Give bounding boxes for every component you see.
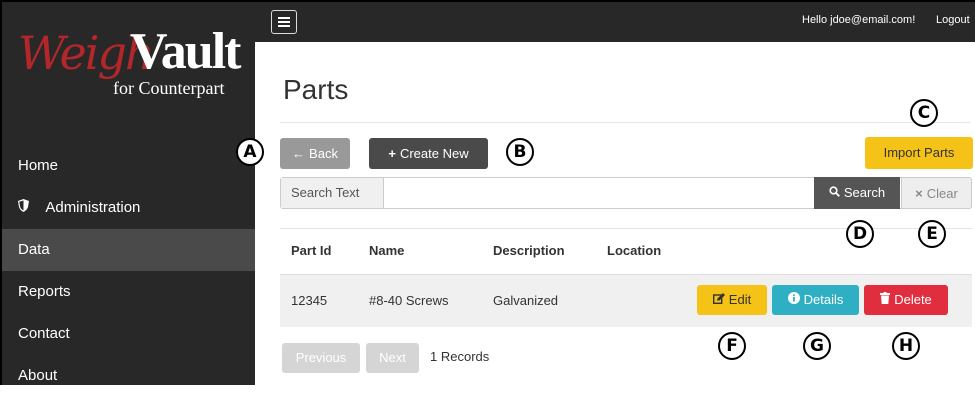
details-button-label: Details — [803, 292, 844, 307]
cell-name: #8-40 Screws — [369, 293, 449, 308]
divider — [280, 122, 970, 123]
delete-button[interactable]: Delete — [864, 285, 948, 315]
sidebar-item-home[interactable]: Home — [2, 145, 255, 187]
hamburger-icon-bar — [278, 25, 290, 27]
column-header-description: Description — [493, 243, 565, 258]
edit-icon — [712, 285, 725, 315]
close-icon: × — [915, 186, 923, 201]
records-count: 1 Records — [430, 349, 490, 364]
logo-word-vault: Vault — [130, 23, 241, 80]
sidebar: Weigh Vault for Counterpart Home Adminis… — [0, 0, 255, 385]
sidebar-nav: Home Administration Data Reports Contact… — [2, 145, 255, 397]
sidebar-item-reports[interactable]: Reports — [2, 271, 255, 313]
sidebar-item-about[interactable]: About — [2, 355, 255, 397]
shield-icon — [18, 187, 32, 229]
main-content: Parts ← Back + Create New Import Parts Sea… — [255, 42, 975, 385]
user-greeting: Hello jdoe@email.com! — [802, 14, 916, 26]
column-header-part-id: Part Id — [291, 243, 332, 258]
next-page-button[interactable]: Next — [366, 343, 419, 373]
search-input[interactable] — [385, 178, 815, 208]
column-header-name: Name — [369, 243, 405, 258]
back-button[interactable]: ← Back — [280, 138, 350, 169]
search-text-label: Search Text — [281, 178, 384, 208]
sidebar-item-label: About — [18, 367, 58, 384]
hamburger-icon — [278, 17, 290, 19]
hamburger-menu-button[interactable] — [271, 10, 297, 34]
callout-h: H — [892, 332, 920, 360]
trash-icon — [880, 285, 891, 315]
column-header-location: Location — [607, 243, 662, 258]
edit-button[interactable]: Edit — [697, 285, 767, 315]
search-icon — [829, 177, 840, 209]
arrow-left-icon: ← — [292, 146, 306, 161]
top-bar: Hello jdoe@email.com! Logout — [255, 0, 975, 42]
callout-a: A — [236, 138, 264, 166]
create-new-label: Create New — [399, 146, 469, 161]
sidebar-item-label: Reports — [18, 283, 71, 300]
back-button-label: Back — [309, 146, 338, 161]
import-parts-button[interactable]: Import Parts — [865, 137, 973, 169]
create-new-button[interactable]: + Create New — [369, 138, 488, 169]
cell-description: Galvanized — [493, 293, 559, 308]
logo-tagline: for Counterpart — [113, 78, 225, 98]
sidebar-item-label: Data — [18, 241, 50, 258]
callout-c: C — [910, 99, 938, 127]
details-button[interactable]: Details — [772, 285, 859, 315]
logout-link[interactable]: Logout — [936, 14, 970, 26]
import-parts-label: Import Parts — [883, 145, 955, 160]
clear-button[interactable]: × Clear — [901, 177, 972, 209]
sidebar-item-label: Home — [18, 157, 59, 174]
app-window: Weigh Vault for Counterpart Home Adminis… — [0, 0, 975, 385]
info-icon — [787, 285, 800, 315]
sidebar-item-administration[interactable]: Administration — [2, 187, 255, 229]
sidebar-item-label: Administration — [45, 199, 141, 216]
delete-button-label: Delete — [894, 292, 932, 307]
callout-e: E — [918, 220, 946, 248]
cell-part-id: 12345 — [291, 293, 328, 308]
sidebar-item-data[interactable]: Data — [2, 229, 255, 271]
sidebar-item-contact[interactable]: Contact — [2, 313, 255, 355]
search-button[interactable]: Search — [814, 177, 900, 209]
callout-b: B — [506, 138, 534, 166]
callout-g: G — [803, 332, 831, 360]
edit-button-label: Edit — [728, 292, 752, 307]
page-title: Parts — [283, 74, 349, 105]
callout-d: D — [846, 220, 874, 248]
search-button-label: Search — [843, 185, 886, 200]
hamburger-icon-bar — [278, 21, 290, 23]
clear-button-label: Clear — [926, 186, 958, 201]
sidebar-item-label: Contact — [18, 325, 70, 342]
callout-f: F — [718, 332, 746, 360]
previous-page-button[interactable]: Previous — [282, 343, 360, 373]
weighvault-logo: Weigh Vault for Counterpart — [10, 12, 250, 107]
plus-icon: + — [388, 146, 396, 161]
